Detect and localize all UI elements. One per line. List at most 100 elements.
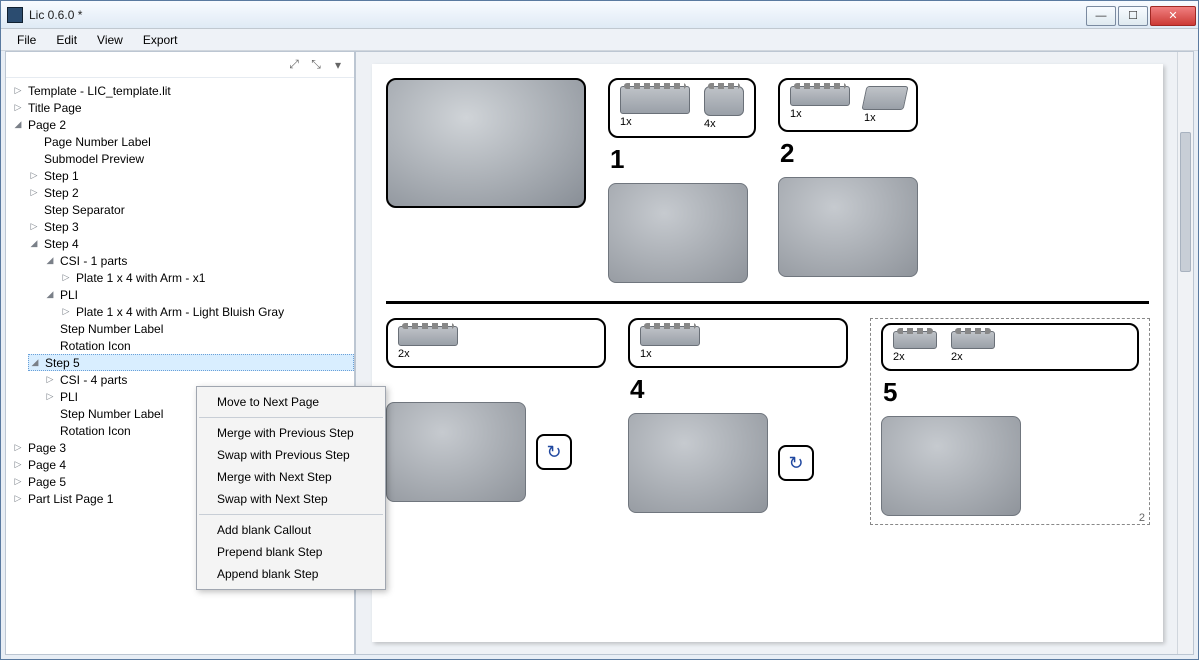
- tree-item-csi-1[interactable]: ◢CSI - 1 parts: [44, 252, 354, 269]
- chevron-right-icon[interactable]: ▷: [12, 493, 24, 505]
- tree-item-title-page[interactable]: ▷Title Page: [12, 99, 354, 116]
- step-number-5: 5: [883, 377, 1139, 408]
- chevron-down-icon[interactable]: ◢: [44, 255, 56, 267]
- page-number-label: 2: [1139, 512, 1145, 524]
- title-bar: Lic 0.6.0 * — ☐ ✕: [1, 1, 1198, 29]
- csi-step-4[interactable]: [628, 413, 768, 513]
- tree-item-step-1[interactable]: ▷Step 1: [28, 167, 354, 184]
- submodel-preview-box[interactable]: [386, 78, 586, 283]
- menu-separator: [199, 514, 383, 515]
- minimize-button[interactable]: —: [1086, 6, 1116, 26]
- chevron-right-icon[interactable]: ▷: [44, 374, 56, 386]
- window-controls: — ☐ ✕: [1086, 4, 1198, 26]
- tree-item-rotation-icon[interactable]: Rotation Icon: [44, 337, 354, 354]
- tree-item-step-5[interactable]: ◢Step 5: [28, 354, 354, 371]
- tree-toolstrip: ⤢ ⤡ ▾: [6, 52, 354, 78]
- more-icon[interactable]: ▾: [330, 57, 346, 73]
- part-qty: 2x: [951, 351, 963, 363]
- chevron-right-icon[interactable]: ▷: [12, 476, 24, 488]
- tree-item-csi-1-part[interactable]: ▷Plate 1 x 4 with Arm - x1: [60, 269, 354, 286]
- menu-export[interactable]: Export: [133, 31, 188, 49]
- part-qty: 1x: [640, 348, 652, 360]
- step-5-selected[interactable]: 2x 2x 5 2: [870, 318, 1150, 525]
- chevron-right-icon[interactable]: ▷: [12, 459, 24, 471]
- step-3[interactable]: 2x ↻: [386, 318, 606, 525]
- menu-view[interactable]: View: [87, 31, 133, 49]
- step-1[interactable]: 1x 4x 1: [608, 78, 756, 283]
- chevron-down-icon[interactable]: ◢: [29, 357, 41, 369]
- page-canvas[interactable]: 1x 4x 1 1x 1x 2: [355, 51, 1194, 655]
- context-add-callout[interactable]: Add blank Callout: [197, 519, 385, 541]
- rotation-icon[interactable]: ↻: [536, 434, 572, 470]
- chevron-right-icon[interactable]: ▷: [60, 306, 72, 318]
- tree-item-step-separator[interactable]: Step Separator: [28, 201, 354, 218]
- step-4[interactable]: 1x 4 ↻: [628, 318, 848, 525]
- brick-icon: [398, 326, 458, 346]
- vertical-scrollbar[interactable]: [1177, 52, 1193, 654]
- context-append-step[interactable]: Append blank Step: [197, 563, 385, 585]
- tree-item-template[interactable]: ▷Template - LIC_template.lit: [12, 82, 354, 99]
- menu-edit[interactable]: Edit: [46, 31, 87, 49]
- chevron-down-icon[interactable]: ◢: [12, 119, 24, 131]
- tree-item-pli-4-part[interactable]: ▷Plate 1 x 4 with Arm - Light Bluish Gra…: [60, 303, 354, 320]
- maximize-button[interactable]: ☐: [1118, 6, 1148, 26]
- brick-icon: [640, 326, 700, 346]
- scroll-thumb[interactable]: [1180, 132, 1191, 272]
- chevron-right-icon[interactable]: ▷: [28, 187, 40, 199]
- part-qty: 1x: [864, 112, 876, 124]
- menu-file[interactable]: File: [7, 31, 46, 49]
- tree-item-step-4[interactable]: ◢Step 4: [28, 235, 354, 252]
- pli-step-2[interactable]: 1x 1x: [778, 78, 918, 132]
- part-qty: 2x: [893, 351, 905, 363]
- chevron-right-icon[interactable]: ▷: [12, 442, 24, 454]
- step-number-4: 4: [630, 374, 848, 405]
- tree-item-step-number-label[interactable]: Step Number Label: [44, 320, 354, 337]
- context-move-next-page[interactable]: Move to Next Page: [197, 391, 385, 413]
- context-swap-prev[interactable]: Swap with Previous Step: [197, 444, 385, 466]
- chevron-right-icon[interactable]: ▷: [12, 102, 24, 114]
- pli-step-5[interactable]: 2x 2x: [881, 323, 1139, 371]
- csi-step-3[interactable]: [386, 402, 526, 502]
- step-separator: [386, 301, 1149, 304]
- expand-icon[interactable]: ⤢: [286, 57, 302, 73]
- chevron-down-icon[interactable]: ◢: [44, 289, 56, 301]
- tree-item-page-number-label[interactable]: Page Number Label: [28, 133, 354, 150]
- csi-step-1[interactable]: [608, 183, 748, 283]
- step-number-2: 2: [780, 138, 918, 169]
- chevron-right-icon[interactable]: ▷: [44, 391, 56, 403]
- context-merge-next[interactable]: Merge with Next Step: [197, 466, 385, 488]
- chevron-down-icon[interactable]: ◢: [28, 238, 40, 250]
- brick-icon: [620, 86, 690, 114]
- pli-step-3[interactable]: 2x: [386, 318, 606, 368]
- app-window: Lic 0.6.0 * — ☐ ✕ File Edit View Export …: [0, 0, 1199, 660]
- pli-step-4[interactable]: 1x: [628, 318, 848, 368]
- chevron-right-icon[interactable]: ▷: [28, 170, 40, 182]
- chevron-right-icon[interactable]: ▷: [28, 221, 40, 233]
- context-merge-prev[interactable]: Merge with Previous Step: [197, 422, 385, 444]
- chevron-right-icon[interactable]: ▷: [12, 85, 24, 97]
- brick-icon: [861, 86, 908, 110]
- brick-icon: [790, 86, 850, 106]
- rotation-icon[interactable]: ↻: [778, 445, 814, 481]
- step-row-1: 1x 4x 1 1x 1x 2: [386, 78, 1149, 283]
- csi-step-2[interactable]: [778, 177, 918, 277]
- step-row-2: 2x ↻ 1x 4: [386, 318, 1149, 525]
- chevron-right-icon[interactable]: ▷: [60, 272, 72, 284]
- collapse-icon[interactable]: ⤡: [308, 57, 324, 73]
- context-swap-next[interactable]: Swap with Next Step: [197, 488, 385, 510]
- context-prepend-step[interactable]: Prepend blank Step: [197, 541, 385, 563]
- context-menu: Move to Next Page Merge with Previous St…: [196, 386, 386, 590]
- csi-step-5[interactable]: [881, 416, 1021, 516]
- tree-item-pli-4[interactable]: ◢PLI: [44, 286, 354, 303]
- step-2[interactable]: 1x 1x 2: [778, 78, 918, 283]
- close-button[interactable]: ✕: [1150, 6, 1196, 26]
- brick-icon: [951, 331, 995, 349]
- tree-item-submodel-preview[interactable]: Submodel Preview: [28, 150, 354, 167]
- instruction-page[interactable]: 1x 4x 1 1x 1x 2: [372, 64, 1163, 642]
- tree-item-step-3[interactable]: ▷Step 3: [28, 218, 354, 235]
- part-qty: 1x: [790, 108, 802, 120]
- pli-step-1[interactable]: 1x 4x: [608, 78, 756, 138]
- tree-item-step-2[interactable]: ▷Step 2: [28, 184, 354, 201]
- brick-icon: [893, 331, 937, 349]
- tree-item-page-2[interactable]: ◢Page 2: [12, 116, 354, 133]
